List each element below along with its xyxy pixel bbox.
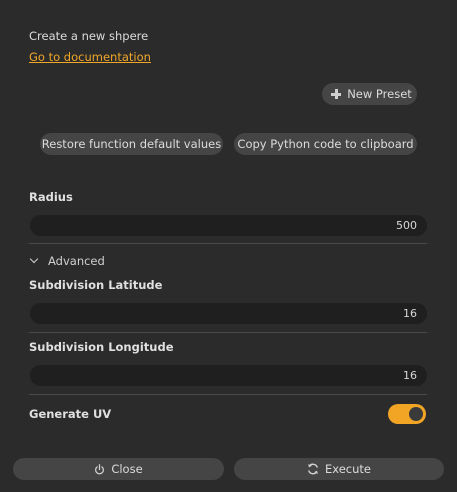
refresh-icon (307, 463, 319, 475)
close-button[interactable]: Close (13, 458, 224, 480)
divider (29, 243, 427, 244)
chevron-down-icon (29, 254, 39, 264)
function-description: Create a new shpere (29, 29, 149, 43)
advanced-label: Advanced (48, 254, 105, 268)
power-icon (95, 464, 105, 475)
advanced-section-toggle[interactable]: Advanced (29, 254, 105, 268)
execute-button[interactable]: Execute (234, 458, 444, 480)
subdivision-longitude-input[interactable]: 16 (30, 365, 427, 386)
documentation-link[interactable]: Go to documentation (29, 50, 151, 64)
radius-label: Radius (29, 190, 73, 204)
new-preset-label: New Preset (347, 87, 412, 101)
copy-python-code-button[interactable]: Copy Python code to clipboard (234, 133, 417, 155)
subdivision-latitude-input[interactable]: 16 (30, 303, 427, 324)
restore-defaults-button[interactable]: Restore function default values (40, 133, 223, 155)
toggle-knob (409, 407, 423, 421)
close-label: Close (111, 462, 143, 476)
radius-input[interactable]: 500 (30, 215, 427, 236)
subdivision-latitude-label: Subdivision Latitude (29, 278, 163, 292)
generate-uv-toggle[interactable] (388, 404, 426, 424)
new-preset-button[interactable]: New Preset (322, 83, 417, 105)
divider (29, 394, 427, 395)
execute-label: Execute (325, 462, 371, 476)
generate-uv-label: Generate UV (29, 407, 112, 421)
subdivision-longitude-label: Subdivision Longitude (29, 340, 174, 354)
divider (29, 332, 427, 333)
plus-icon (331, 89, 342, 99)
